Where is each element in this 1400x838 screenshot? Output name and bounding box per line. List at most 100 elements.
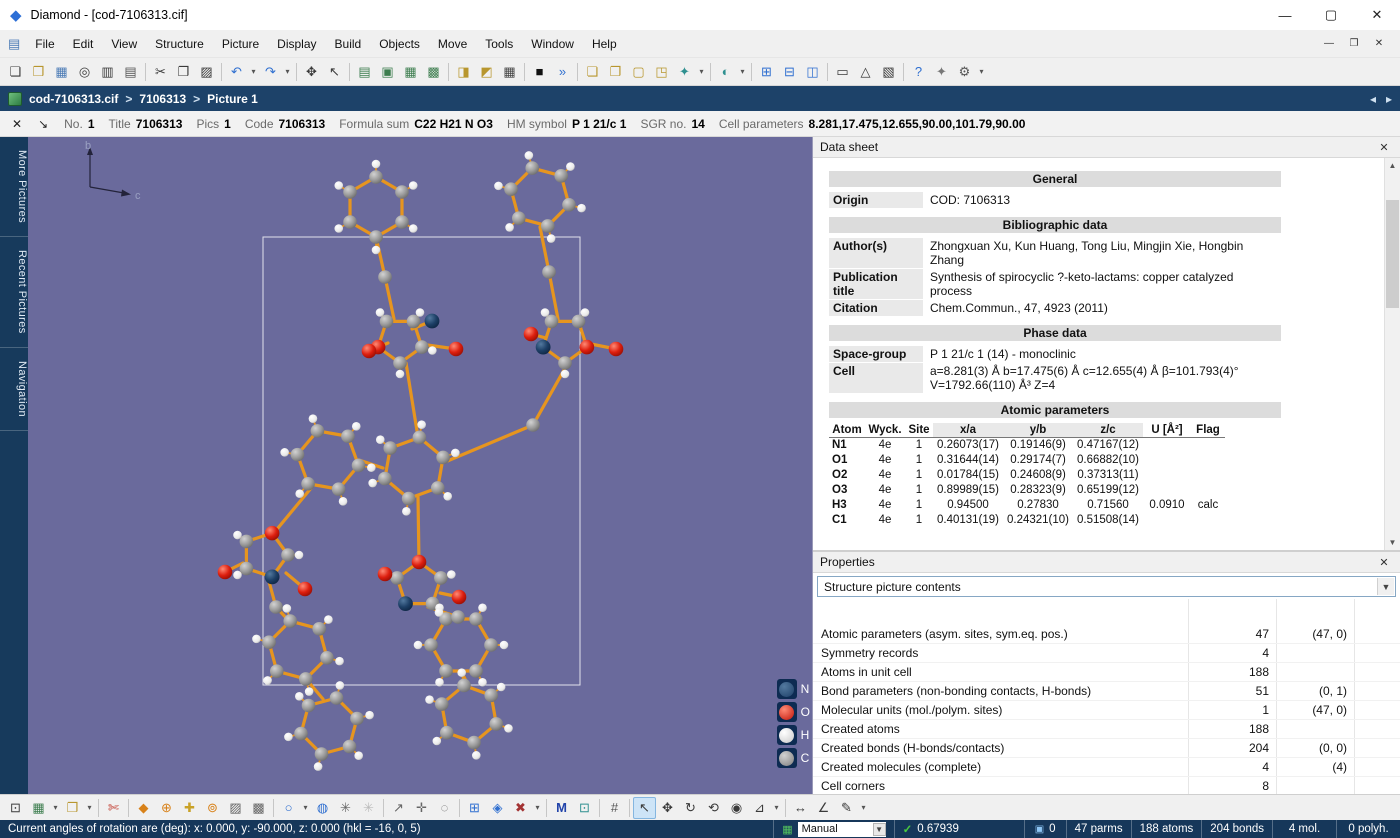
print-icon[interactable]: ▤ — [119, 61, 142, 83]
mdi-minimize-button[interactable]: — — [1318, 35, 1340, 53]
add-atom-icon[interactable]: ◆ — [132, 797, 155, 819]
more-tools-dropdown-icon[interactable]: ▾ — [976, 61, 987, 83]
props-row[interactable]: Atoms in unit cell188 — [813, 663, 1400, 682]
menu-edit[interactable]: Edit — [64, 33, 103, 55]
menu-view[interactable]: View — [102, 33, 146, 55]
atom-row[interactable]: H34e10.945000.278300.715600.0910calc — [829, 498, 1225, 513]
destroy-adjacent-icon[interactable]: ◌ — [433, 797, 456, 819]
pan-view-icon[interactable]: ✥ — [656, 797, 679, 819]
menu-objects[interactable]: Objects — [370, 33, 429, 55]
cut-icon[interactable]: ✂ — [149, 61, 172, 83]
save-document-icon[interactable]: ▦ — [50, 61, 73, 83]
menu-picture[interactable]: Picture — [213, 33, 268, 55]
redo-icon[interactable]: ↷ — [259, 61, 282, 83]
molecule-label-icon[interactable]: M — [550, 797, 573, 819]
close-icon[interactable]: ✕ — [1375, 141, 1393, 154]
license-key-icon[interactable]: ✦ — [930, 61, 953, 83]
cell-edges-icon[interactable]: ⊞ — [463, 797, 486, 819]
build-polyhedra-icon[interactable]: ✳ — [334, 797, 357, 819]
mdi-restore-button[interactable]: ❐ — [1343, 35, 1365, 53]
copy-picture-icon[interactable]: ❐ — [604, 61, 627, 83]
data-brief-icon[interactable]: ▣ — [376, 61, 399, 83]
scroll-up-icon[interactable]: ▲ — [1385, 158, 1400, 173]
sidebar-tab-navigation[interactable]: Navigation — [0, 348, 28, 431]
menu-structure[interactable]: Structure — [146, 33, 213, 55]
structure-table-icon[interactable]: ▦ — [498, 61, 521, 83]
menu-build[interactable]: Build — [326, 33, 371, 55]
mode-combobox[interactable]: Manual ▼ — [798, 822, 886, 837]
structure-3d-view[interactable]: bc — [28, 137, 812, 794]
find-icon[interactable]: ◎ — [73, 61, 96, 83]
measure-distance-icon[interactable]: ↔ — [789, 797, 812, 819]
close-button[interactable]: ✕ — [1354, 0, 1400, 30]
render-dropdown-icon[interactable]: ▾ — [737, 61, 748, 83]
copy-icon[interactable]: ❐ — [172, 61, 195, 83]
minimize-button[interactable]: — — [1262, 0, 1308, 30]
rotate-free-icon[interactable]: ⟲ — [702, 797, 725, 819]
props-row[interactable]: Created bonds (H-bonds/contacts)204(0, 0… — [813, 739, 1400, 758]
atom-row[interactable]: C14e10.40131(19)0.24321(10)0.51508(14) — [829, 513, 1225, 528]
view-mode-dropdown-icon[interactable]: ▾ — [771, 797, 782, 819]
undo-icon[interactable]: ↶ — [225, 61, 248, 83]
maximize-button[interactable]: ▢ — [1308, 0, 1354, 30]
sidebar-tab-more-pictures[interactable]: More Pictures — [0, 137, 28, 237]
destroy-cell-icon[interactable]: ✖ — [509, 797, 532, 819]
menu-file[interactable]: File — [26, 33, 63, 55]
props-row[interactable]: Cell corners8 — [813, 777, 1400, 794]
viewport-settings-icon[interactable]: ⊡ — [573, 797, 596, 819]
props-row[interactable]: Created atoms188 — [813, 720, 1400, 739]
duplicate-picture-icon[interactable]: ❐ — [61, 797, 84, 819]
draw-annotation-icon[interactable]: ✎ — [835, 797, 858, 819]
redo-dropdown-icon[interactable]: ▾ — [282, 61, 293, 83]
props-row[interactable]: Atomic parameters (asym. sites, sym.eq. … — [813, 625, 1400, 644]
contents-selector[interactable]: Structure picture contents ▼ — [817, 576, 1396, 597]
insert-atoms-icon[interactable]: ✚ — [178, 797, 201, 819]
help-icon[interactable]: ? — [907, 61, 930, 83]
select-pointer-icon[interactable]: ↖ — [633, 797, 656, 819]
packing-range-icon[interactable]: ▨ — [224, 797, 247, 819]
chevron-down-icon[interactable]: ▼ — [1377, 578, 1394, 595]
menu-display[interactable]: Display — [268, 33, 325, 55]
h-bonds-icon[interactable]: ↗ — [387, 797, 410, 819]
menu-help[interactable]: Help — [583, 33, 626, 55]
options-icon[interactable]: ⚙ — [953, 61, 976, 83]
add-all-atoms-icon[interactable]: ⊕ — [155, 797, 178, 819]
table-of-structures-icon[interactable]: ▤ — [353, 61, 376, 83]
auto-build-dropdown-icon[interactable]: ▾ — [696, 61, 707, 83]
grid-overlay-icon[interactable]: # — [603, 797, 626, 819]
legend-frame-icon[interactable]: ▭ — [831, 61, 854, 83]
create-sphere-icon[interactable]: ◍ — [311, 797, 334, 819]
close-infobar-icon[interactable]: ✕ — [12, 117, 22, 131]
select-mode-icon[interactable]: ↖ — [323, 61, 346, 83]
new-document-icon[interactable]: ❏ — [4, 61, 27, 83]
move-mode-icon[interactable]: ✥ — [300, 61, 323, 83]
goto-record-icon[interactable]: ↘ — [38, 117, 48, 131]
cell-dropdown-icon[interactable]: ▾ — [532, 797, 543, 819]
props-row[interactable]: Molecular units (mol./polym. sites)1(47,… — [813, 701, 1400, 720]
layout-grid-icon[interactable]: ⊞ — [755, 61, 778, 83]
breadcrumb-file[interactable]: cod-7106313.cif — [29, 92, 118, 106]
combo-arrow-icon[interactable]: ▼ — [873, 823, 886, 836]
sidebar-tab-recent-pictures[interactable]: Recent Pictures — [0, 237, 28, 348]
draw-dropdown-icon[interactable]: ▾ — [858, 797, 869, 819]
breadcrumb-picture[interactable]: Picture 1 — [207, 92, 258, 106]
duplicate-dropdown-icon[interactable]: ▾ — [84, 797, 95, 819]
measure-angle-icon[interactable]: ∠ — [812, 797, 835, 819]
page-preview-icon[interactable]: ▥ — [96, 61, 119, 83]
contacts-icon[interactable]: ✛ — [410, 797, 433, 819]
zoom-view-icon[interactable]: ◉ — [725, 797, 748, 819]
new-picture-icon[interactable]: ❏ — [581, 61, 604, 83]
black-display-icon[interactable]: ■ — [528, 61, 551, 83]
edit-picture-icon[interactable]: ▦ — [27, 797, 50, 819]
picture-window-icon[interactable]: ◳ — [650, 61, 673, 83]
props-row[interactable] — [813, 599, 1400, 625]
data-sheet-scrollbar[interactable]: ▲ ▼ — [1384, 158, 1400, 550]
rotate-z-icon[interactable]: ↻ — [679, 797, 702, 819]
open-document-icon[interactable]: ❒ — [27, 61, 50, 83]
atom-row[interactable]: N14e10.26073(17)0.19146(9)0.47167(12) — [829, 438, 1225, 454]
destroy-picture-icon[interactable]: ✄ — [102, 797, 125, 819]
nav-forward-icon[interactable]: ▸ — [1386, 92, 1392, 106]
mdi-close-button[interactable]: ✕ — [1368, 35, 1390, 53]
picture-top-pane-icon[interactable]: ◩ — [475, 61, 498, 83]
menu-tools[interactable]: Tools — [476, 33, 522, 55]
